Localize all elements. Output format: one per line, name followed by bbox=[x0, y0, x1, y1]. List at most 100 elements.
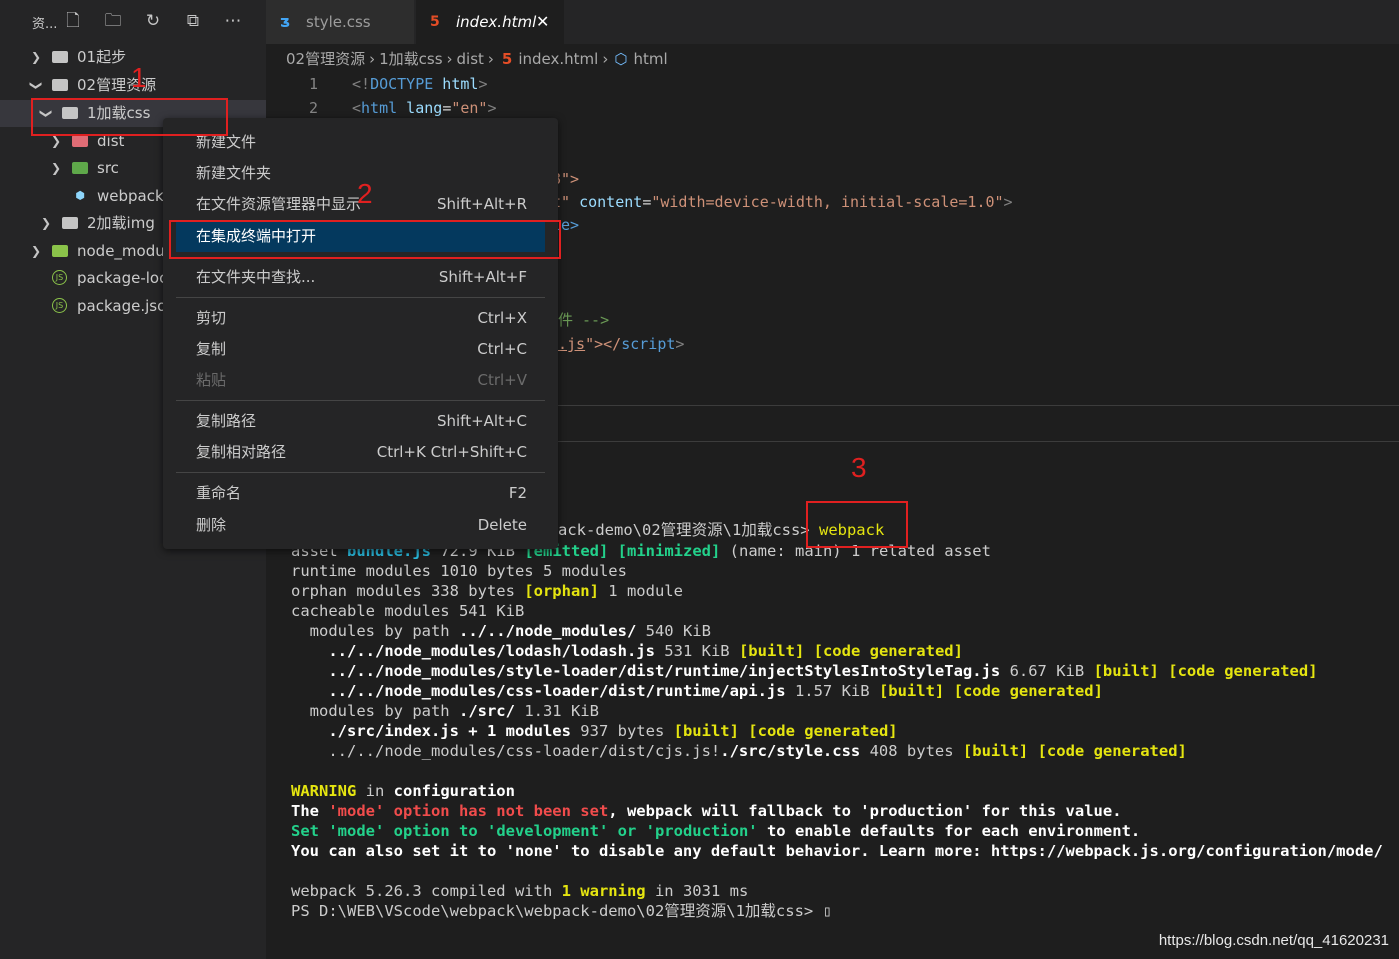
annotation-number: 1 bbox=[131, 62, 147, 93]
code-line-11-fragment[interactable]: 件 --> bbox=[558, 308, 609, 332]
menu-item-rename[interactable]: 重命名 F2 bbox=[176, 478, 545, 509]
term-token: [built] bbox=[878, 682, 945, 700]
breadcrumb-item[interactable]: 1加载css bbox=[379, 48, 442, 70]
code-token: "width=device-width, initial-scale=1.0" bbox=[651, 193, 1004, 211]
term-token: ../../ bbox=[291, 642, 385, 660]
term-token: 408 bytes bbox=[860, 742, 963, 760]
html-file-icon: 5 bbox=[430, 14, 440, 30]
term-token bbox=[291, 722, 328, 740]
code-token: DOCTYPE bbox=[370, 75, 434, 93]
code-line-2[interactable]: 2 <html lang="en"> bbox=[290, 96, 497, 120]
menu-item-cut[interactable]: 剪切 Ctrl+X bbox=[176, 303, 545, 334]
term-token: WARNING bbox=[291, 782, 357, 800]
code-token: > bbox=[675, 335, 685, 353]
terminal-line: modules by path ./src/ 1.31 KiB bbox=[291, 701, 599, 721]
code-token: > bbox=[487, 99, 497, 117]
term-token: [minimized] bbox=[617, 542, 721, 560]
chevron-right-icon: › bbox=[369, 50, 376, 68]
term-token: webpack 5.26.3 compiled with bbox=[291, 882, 562, 900]
term-token: configuration bbox=[393, 782, 515, 800]
terminal-line: ../../node_modules/style-loader/dist/run… bbox=[291, 661, 1317, 681]
terminal-prompt-line[interactable]: PS D:\WEB\VScode\webpack\webpack-demo\02… bbox=[291, 901, 832, 921]
terminal-line: runtime modules 1010 bytes 5 modules bbox=[291, 562, 627, 580]
term-token: [code generated] bbox=[748, 722, 898, 740]
breadcrumb-item[interactable]: 02管理资源 bbox=[286, 48, 365, 70]
term-token bbox=[1028, 742, 1037, 760]
chevron-right-icon: › bbox=[446, 50, 453, 68]
tab-index-html[interactable]: 5 index.html ✕ bbox=[416, 0, 564, 44]
code-line-6-fragment[interactable]: t" content="width=device-width, initial-… bbox=[552, 190, 1013, 214]
new-file-icon[interactable]: 🗋 bbox=[62, 10, 84, 32]
chevron-right-icon: › bbox=[487, 50, 494, 68]
menu-item-copy-path[interactable]: 复制路径 Shift+Alt+C bbox=[176, 406, 545, 437]
tree-label: node_modu bbox=[77, 242, 165, 260]
tree-label: 2加载img bbox=[87, 214, 155, 232]
line-number: 1 bbox=[308, 75, 318, 93]
term-token: ../../ bbox=[291, 662, 385, 680]
folder-node-icon bbox=[52, 245, 68, 257]
annotation-box-3 bbox=[806, 501, 908, 548]
terminal-line: webpack 5.26.3 compiled with 1 warning i… bbox=[291, 881, 748, 901]
nodejs-icon: JS bbox=[52, 298, 67, 313]
css-file-icon: ᴣ bbox=[280, 12, 291, 31]
tab-style-css[interactable]: ᴣ style.css bbox=[266, 0, 414, 44]
editor-tabs: ᴣ style.css 5 index.html ✕ bbox=[266, 0, 1399, 44]
chevron-right-icon: ❯ bbox=[30, 50, 42, 64]
code-token: html bbox=[361, 99, 398, 117]
code-token: = bbox=[442, 99, 452, 117]
term-token: 531 KiB bbox=[654, 642, 739, 660]
more-actions-icon[interactable]: ⋯ bbox=[222, 10, 244, 32]
code-line-1[interactable]: 1 <!DOCTYPE html> bbox=[290, 72, 488, 96]
new-folder-icon[interactable]: 🗀 bbox=[102, 10, 124, 32]
term-token: [code generated] bbox=[953, 682, 1103, 700]
term-token: ../../ bbox=[291, 682, 385, 700]
nodejs-icon: JS bbox=[52, 270, 67, 285]
menu-label: 删除 bbox=[196, 516, 227, 534]
breadcrumb-item[interactable]: dist bbox=[457, 48, 484, 70]
terminal-line: You can also set it to 'none' to disable… bbox=[291, 842, 1383, 860]
term-token bbox=[804, 642, 813, 660]
term-token: [code generated] bbox=[1037, 742, 1187, 760]
refresh-icon[interactable]: ↻ bbox=[142, 10, 164, 32]
term-token: or bbox=[608, 822, 646, 840]
folder-dist-icon bbox=[72, 135, 88, 147]
term-token: in 3031 ms bbox=[645, 882, 749, 900]
collapse-all-icon[interactable]: ⧉ bbox=[182, 10, 204, 32]
term-token: node_modules/style-loader/dist/runtime/i… bbox=[384, 662, 1001, 680]
menu-label: 复制相对路径 bbox=[196, 443, 287, 461]
menu-separator bbox=[176, 472, 545, 473]
menu-item-delete[interactable]: 删除 Delete bbox=[176, 510, 545, 541]
explorer-title: 资... bbox=[32, 17, 58, 32]
menu-label: 新建文件夹 bbox=[196, 164, 272, 182]
code-token: = bbox=[642, 193, 652, 211]
menu-shortcut: Shift+Alt+R bbox=[437, 195, 527, 213]
menu-item-copy[interactable]: 复制 Ctrl+C bbox=[176, 334, 545, 365]
breadcrumb-item[interactable]: html bbox=[633, 48, 667, 70]
code-token: 件 --> bbox=[558, 311, 610, 329]
breadcrumb-item[interactable]: index.html bbox=[518, 48, 598, 70]
tree-label: package.jsor bbox=[77, 297, 173, 315]
terminal-line: WARNING in configuration bbox=[291, 781, 515, 801]
term-token: ../../node_modules/css-loader/dist/cjs.j… bbox=[291, 742, 721, 760]
term-token: PS D:\WEB\VScode\webpack\webpack-demo\02… bbox=[291, 902, 823, 920]
menu-item-new-file[interactable]: 新建文件 bbox=[176, 127, 545, 158]
html-file-icon: 5 bbox=[501, 50, 513, 68]
term-token: ./src/style.css bbox=[720, 742, 861, 760]
close-icon[interactable]: ✕ bbox=[536, 0, 549, 44]
term-token bbox=[608, 542, 617, 560]
terminal-prompt: ack-demo\02管理资源\1加载css> bbox=[558, 521, 819, 539]
term-token: [code generated] bbox=[813, 642, 963, 660]
code-token: > bbox=[1003, 193, 1013, 211]
tree-label: package-loc bbox=[77, 269, 168, 287]
annotation-number: 2 bbox=[357, 178, 373, 209]
menu-item-copy-relative-path[interactable]: 复制相对路径 Ctrl+K Ctrl+Shift+C bbox=[176, 437, 545, 468]
menu-shortcut: Ctrl+X bbox=[477, 309, 527, 327]
menu-label: 在文件资源管理器中显示 bbox=[196, 195, 362, 213]
term-token: 1 warning bbox=[561, 882, 646, 900]
code-line-12-fragment[interactable]: .js"></script> bbox=[558, 332, 684, 356]
code-token: script bbox=[621, 335, 676, 353]
webpack-icon: ⬢ bbox=[75, 189, 85, 202]
menu-item-find-in-folder[interactable]: 在文件夹中查找... Shift+Alt+F bbox=[176, 262, 545, 293]
menu-label: 粘贴 bbox=[196, 371, 227, 389]
terminal-cursor: ▯ bbox=[822, 902, 832, 920]
